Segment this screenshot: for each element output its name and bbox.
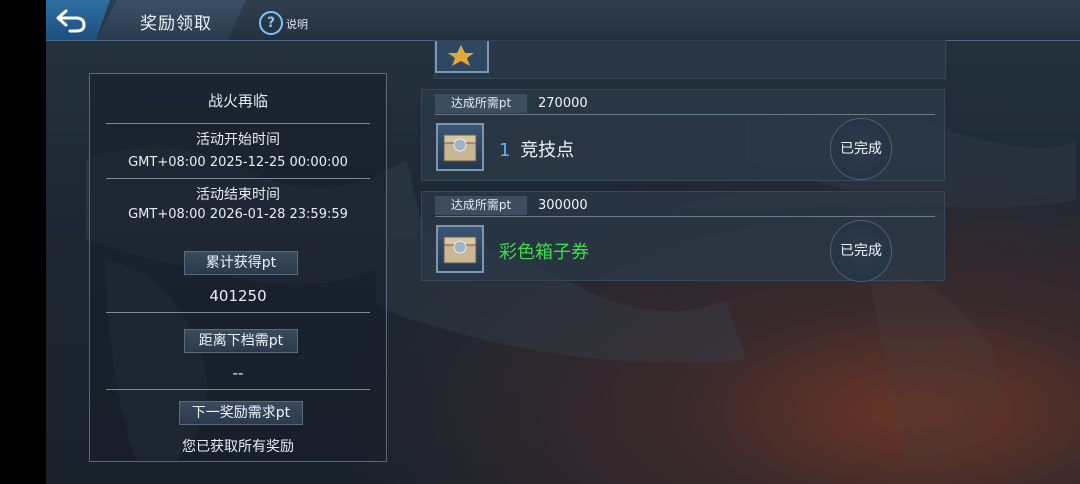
star-icon [448,45,474,66]
reward-chest-icon [436,123,484,171]
chest-icon [443,134,477,162]
divider [106,389,370,390]
reward-card: 达成所需pt 300000 彩色箱子券 已完成 [421,191,945,282]
help-icon[interactable]: ? [259,11,283,35]
req-label: 达成所需pt [435,196,527,215]
reward-name: 1 竞技点 [499,136,574,162]
next-req-label: 下一奖励需求pt [179,401,303,425]
total-pt-label: 累计获得pt [184,251,298,275]
event-name: 战火再临 [207,92,268,110]
reward-chest-icon [436,225,484,273]
start-time-label: 活动开始时间 [196,132,280,148]
divider [106,178,370,179]
next-gap-value: -- [232,364,244,382]
event-info-panel: 战火再临 活动开始时间 GMT+08:00 2025-12-25 00:00:0… [89,73,387,462]
chest-icon [443,236,477,264]
help-label[interactable]: 说明 [286,16,308,32]
start-time-value: GMT+08:00 2025-12-25 00:00:00 [128,155,348,170]
req-value: 300000 [538,198,588,213]
reward-card: 达成所需pt 270000 1 竞技点 已完成 [421,89,945,181]
page-title: 奖励领取 [140,14,212,34]
req-value: 270000 [538,96,588,111]
reward-badge [435,41,489,73]
total-pt-value: 401250 [209,287,267,305]
end-time-value: GMT+08:00 2026-01-28 23:59:59 [128,207,348,222]
divider [435,114,935,115]
end-time-label: 活动结束时间 [196,187,280,203]
left-black-bar [0,0,46,484]
reward-item: 竞技点 [520,140,575,161]
completed-button[interactable]: 已完成 [830,118,892,180]
divider [106,123,370,124]
reward-card-partial [434,40,946,79]
reward-item: 彩色箱子券 [499,242,589,263]
completed-button[interactable]: 已完成 [830,220,892,282]
back-arrow-icon [56,9,86,33]
reward-qty: 1 [499,140,511,161]
divider [435,216,935,217]
divider [106,312,370,313]
next-gap-label: 距离下档需pt [184,329,298,353]
next-req-value: 您已获取所有奖励 [182,439,294,455]
req-label: 达成所需pt [435,94,527,113]
